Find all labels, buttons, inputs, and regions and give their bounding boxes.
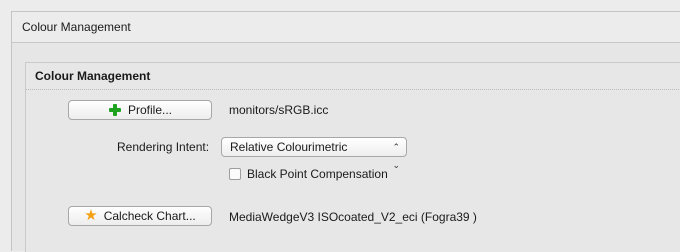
profile-button[interactable]: Profile... bbox=[68, 100, 212, 120]
window-title: Colour Management bbox=[12, 12, 680, 43]
rendering-intent-select[interactable]: Relative Colourimetric ⌃ ⌄ bbox=[221, 137, 407, 170]
star-icon: ★ bbox=[84, 207, 98, 224]
profile-button-label: Profile... bbox=[127, 103, 172, 117]
rendering-intent-label: Rendering Intent: bbox=[117, 140, 210, 154]
calcheck-chart-button[interactable]: ★ Calcheck Chart... bbox=[68, 206, 212, 226]
group-title: Colour Management bbox=[26, 63, 680, 90]
calcheck-button-label: Calcheck Chart... bbox=[103, 209, 196, 223]
plus-icon bbox=[108, 103, 122, 117]
black-point-label: Black Point Compensation bbox=[247, 167, 388, 181]
rendering-intent-value: Relative Colourimetric bbox=[230, 140, 348, 154]
chevron-updown-icon: ⌃ ⌄ bbox=[392, 142, 400, 170]
black-point-checkbox[interactable] bbox=[229, 168, 241, 180]
profile-path: monitors/sRGB.icc bbox=[229, 103, 329, 117]
calcheck-value: MediaWedgeV3 ISOcoated_V2_eci (Fogra39 ) bbox=[229, 210, 477, 224]
